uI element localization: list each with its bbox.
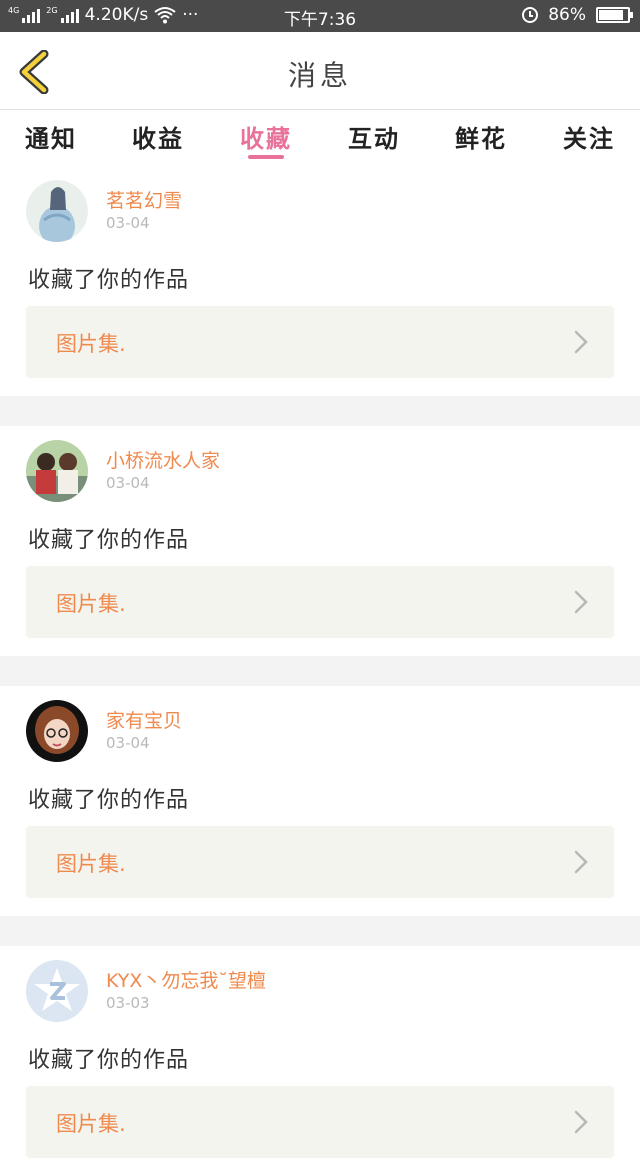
active-tab-indicator — [248, 155, 284, 159]
chevron-right-icon — [574, 330, 588, 354]
tab-interactions[interactable]: 互动 — [334, 119, 414, 154]
work-link[interactable]: 图片集. — [26, 826, 614, 898]
page-title: 消息 — [287, 59, 352, 92]
battery-percent: 86% — [548, 5, 586, 25]
avatar[interactable] — [26, 700, 88, 762]
battery-fill — [599, 10, 623, 20]
avatar[interactable] — [26, 440, 88, 502]
date: 03-04 — [106, 214, 150, 232]
tab-favorites[interactable]: 收藏 — [226, 119, 306, 154]
favorites-feed: 茗茗幻雪 03-04 收藏了你的作品 图片集. 小桥流水人家 03-04 收藏了… — [0, 166, 640, 1176]
status-bar: 4G 2G 4.20K/s ··· 下午7:36 86% — [0, 0, 640, 32]
divider — [0, 396, 640, 426]
work-link[interactable]: 图片集. — [26, 1086, 614, 1158]
action-text: 收藏了你的作品 — [28, 268, 190, 293]
feed-item: 茗茗幻雪 03-04 收藏了你的作品 图片集. — [0, 166, 640, 396]
username[interactable]: 茗茗幻雪 — [106, 186, 182, 213]
tab-following[interactable]: 关注 — [549, 119, 629, 154]
username[interactable]: 小桥流水人家 — [106, 446, 220, 473]
username[interactable]: KYX丶勿忘我˘望檀 — [106, 966, 266, 993]
feed-item: 小桥流水人家 03-04 收藏了你的作品 图片集. — [0, 426, 640, 656]
feed-item: KYX丶勿忘我˘望檀 03-03 收藏了你的作品 图片集. — [0, 946, 640, 1176]
tab-notifications[interactable]: 通知 — [11, 119, 91, 154]
work-link[interactable]: 图片集. — [26, 306, 614, 378]
work-title: 图片集. — [56, 852, 126, 876]
date: 03-03 — [106, 994, 150, 1012]
status-right: 86% — [522, 5, 633, 25]
work-title: 图片集. — [56, 1112, 126, 1136]
date: 03-04 — [106, 474, 150, 492]
chevron-right-icon — [574, 850, 588, 874]
chevron-right-icon — [574, 1110, 588, 1134]
chevron-right-icon — [574, 590, 588, 614]
feed-item: 家有宝贝 03-04 收藏了你的作品 图片集. — [0, 686, 640, 916]
battery-icon — [596, 7, 633, 23]
avatar[interactable] — [26, 960, 88, 1022]
divider — [0, 656, 640, 686]
work-link[interactable]: 图片集. — [26, 566, 614, 638]
avatar[interactable] — [26, 180, 88, 242]
work-title: 图片集. — [56, 592, 126, 616]
action-text: 收藏了你的作品 — [28, 1048, 190, 1073]
username[interactable]: 家有宝贝 — [106, 706, 182, 733]
date: 03-04 — [106, 734, 150, 752]
tab-earnings[interactable]: 收益 — [118, 119, 198, 154]
tab-flowers[interactable]: 鲜花 — [441, 119, 521, 154]
header: 消息 — [0, 32, 640, 110]
action-text: 收藏了你的作品 — [28, 528, 190, 553]
action-text: 收藏了你的作品 — [28, 788, 190, 813]
alarm-clock-icon — [522, 7, 539, 23]
work-title: 图片集. — [56, 332, 126, 356]
divider — [0, 916, 640, 946]
tab-bar: 通知 收益 收藏 互动 鲜花 关注 — [0, 111, 640, 165]
